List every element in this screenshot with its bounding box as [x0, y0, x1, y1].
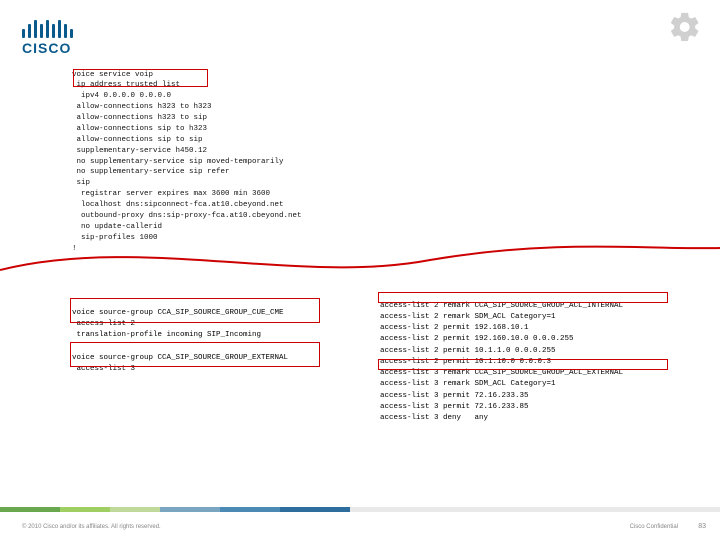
voice-source-group-block: voice source-group CCA_SIP_SOURCE_GROUP_… — [72, 308, 288, 376]
gear-icon — [668, 10, 702, 49]
access-list-block: access-list 2 remark CCA_SIP_SOURCE_GROU… — [380, 301, 623, 425]
voice-service-config-block: voice service voip ip address trusted li… — [72, 70, 302, 255]
footer-page-number: 83 — [698, 523, 706, 530]
logo-bars — [22, 18, 73, 38]
footer-color-stripe — [0, 507, 720, 512]
footer-copyright: © 2010 Cisco and/or its affiliates. All … — [22, 524, 161, 530]
footer-confidential: Cisco Confidential — [630, 524, 678, 530]
logo-text: CISCO — [22, 40, 73, 56]
cisco-logo: CISCO — [22, 18, 73, 56]
